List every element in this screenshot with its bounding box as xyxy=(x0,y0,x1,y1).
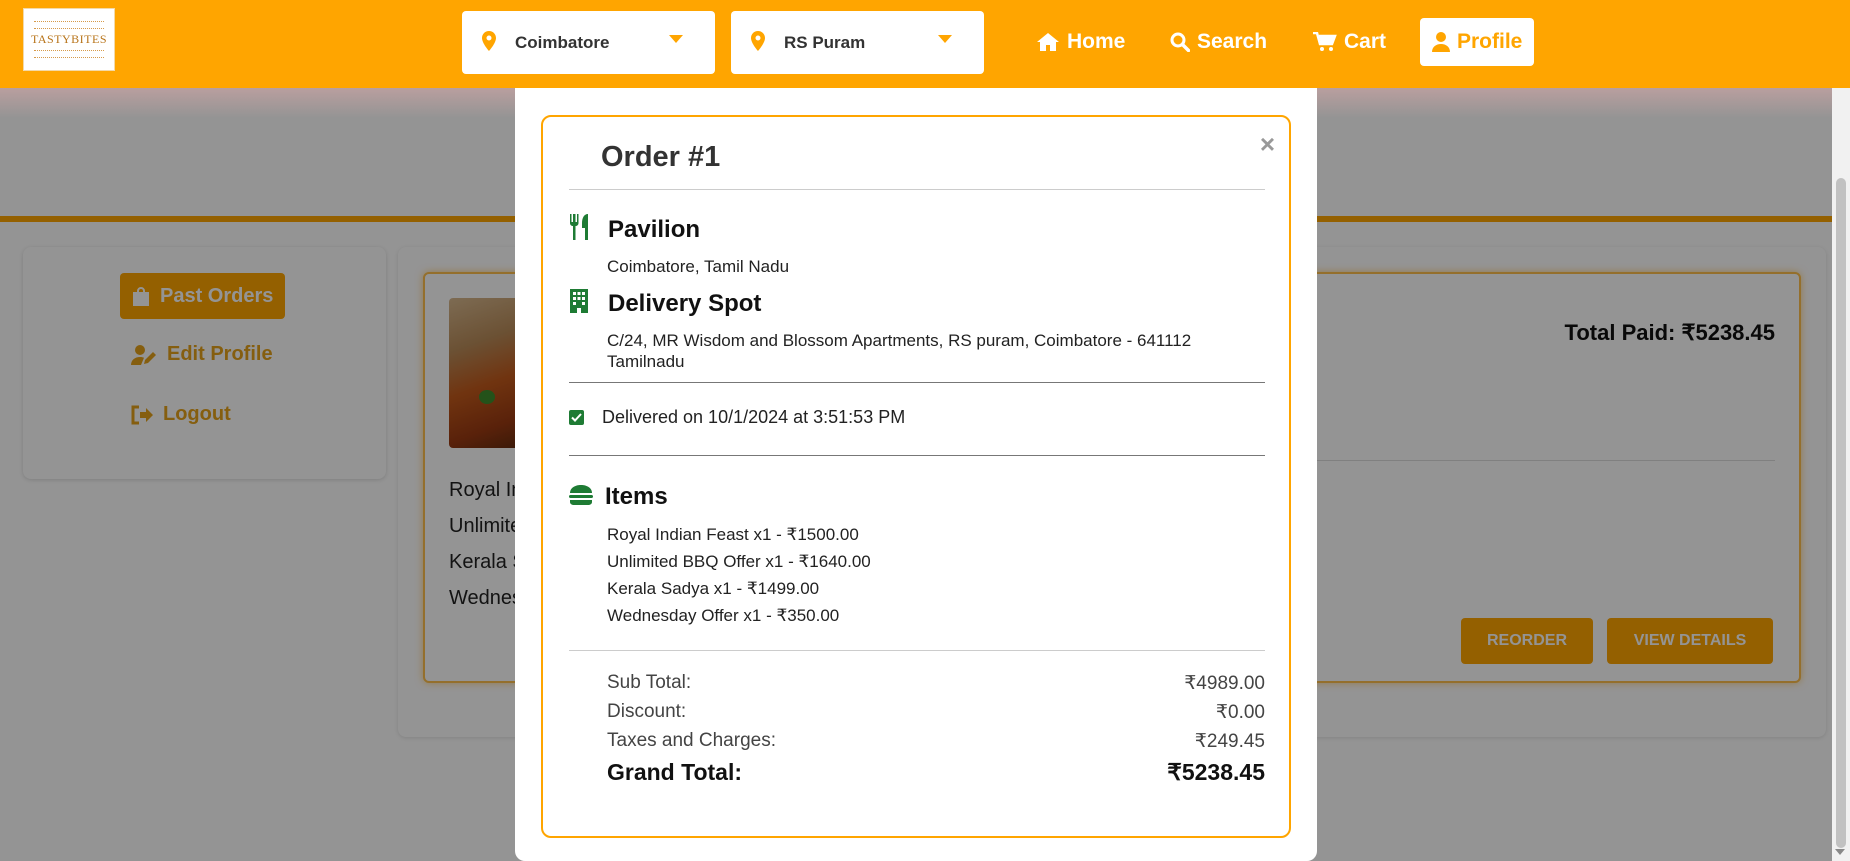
map-pin-icon xyxy=(751,31,765,51)
city-select[interactable]: Coimbatore xyxy=(462,11,715,74)
taxes-value: ₹249.45 xyxy=(1194,731,1265,752)
grand-total-row: Grand Total: ₹5238.45 xyxy=(607,759,1265,786)
user-icon xyxy=(1432,32,1450,52)
delivery-status: Delivered on 10/1/2024 at 3:51:53 PM xyxy=(569,407,905,428)
nav-cart[interactable]: Cart xyxy=(1313,27,1386,57)
divider xyxy=(569,455,1265,456)
nav-home-label: Home xyxy=(1067,30,1126,53)
item-row: Unlimited BBQ Offer x1 - ₹1640.00 xyxy=(607,552,871,571)
grand-total-value: ₹5238.45 xyxy=(1167,759,1265,785)
home-icon xyxy=(1037,33,1059,51)
city-value: Coimbatore xyxy=(515,32,610,52)
search-icon xyxy=(1170,32,1190,52)
subtotal-label: Sub Total: xyxy=(607,672,692,693)
delivery-address-line2: Tamilnadu xyxy=(607,352,685,371)
top-navbar: TASTYBITES Coimbatore RS Puram Home Sear… xyxy=(0,0,1850,88)
subtotal-row: Sub Total: ₹4989.00 xyxy=(607,672,1265,695)
burger-icon xyxy=(569,485,593,505)
item-row: Kerala Sadya x1 - ₹1499.00 xyxy=(607,579,820,598)
nav-cart-label: Cart xyxy=(1344,30,1387,53)
nav-search[interactable]: Search xyxy=(1170,27,1267,57)
utensils-icon xyxy=(570,214,588,240)
order-details-panel: Order #1 × Pavilion Coimbatore, Tamil Na… xyxy=(541,115,1291,838)
area-select[interactable]: RS Puram xyxy=(731,11,984,74)
restaurant-location: Coimbatore, Tamil Nadu xyxy=(607,257,790,276)
item-row: Wednesday Offer x1 - ₹350.00 xyxy=(607,606,840,625)
discount-value: ₹0.00 xyxy=(1215,702,1265,723)
brand-logo[interactable]: TASTYBITES xyxy=(23,8,115,71)
caret-down-icon xyxy=(938,35,952,43)
subtotal-value: ₹4989.00 xyxy=(1184,673,1265,694)
building-icon xyxy=(570,289,588,313)
taxes-label: Taxes and Charges: xyxy=(607,730,776,751)
logo-text: TASTYBITES xyxy=(30,32,108,46)
delivery-spot-title: Delivery Spot xyxy=(608,290,762,317)
items-title: Items xyxy=(605,483,668,510)
grand-total-label: Grand Total: xyxy=(607,759,743,785)
check-square-icon xyxy=(569,410,584,425)
logo-ornament-bottom xyxy=(34,50,104,58)
page-scrollbar[interactable] xyxy=(1832,88,1850,861)
nav-profile[interactable]: Profile xyxy=(1420,18,1535,66)
delivered-text: Delivered on 10/1/2024 at 3:51:53 PM xyxy=(602,407,906,427)
logo-ornament-top xyxy=(34,21,104,29)
cart-icon xyxy=(1313,32,1337,51)
nav-profile-label: Profile xyxy=(1457,30,1523,53)
area-value: RS Puram xyxy=(784,32,866,52)
delivery-address-line1: C/24, MR Wisdom and Blossom Apartments, … xyxy=(607,331,1192,350)
discount-row: Discount: ₹0.00 xyxy=(607,701,1265,724)
item-row: Royal Indian Feast x1 - ₹1500.00 xyxy=(607,525,859,544)
discount-label: Discount: xyxy=(607,701,687,722)
map-pin-icon xyxy=(482,31,496,51)
scroll-down-arrow-icon[interactable] xyxy=(1835,849,1845,855)
restaurant-name: Pavilion xyxy=(608,216,701,243)
modal-title: Order #1 xyxy=(601,141,721,173)
nav-home[interactable]: Home xyxy=(1036,27,1125,57)
nav-search-label: Search xyxy=(1197,30,1268,53)
scrollbar-thumb[interactable] xyxy=(1836,178,1846,848)
close-icon[interactable]: × xyxy=(1260,131,1275,157)
caret-down-icon xyxy=(669,35,683,43)
divider xyxy=(569,650,1265,651)
divider xyxy=(569,189,1265,190)
divider xyxy=(569,382,1265,383)
taxes-row: Taxes and Charges: ₹249.45 xyxy=(607,730,1265,753)
